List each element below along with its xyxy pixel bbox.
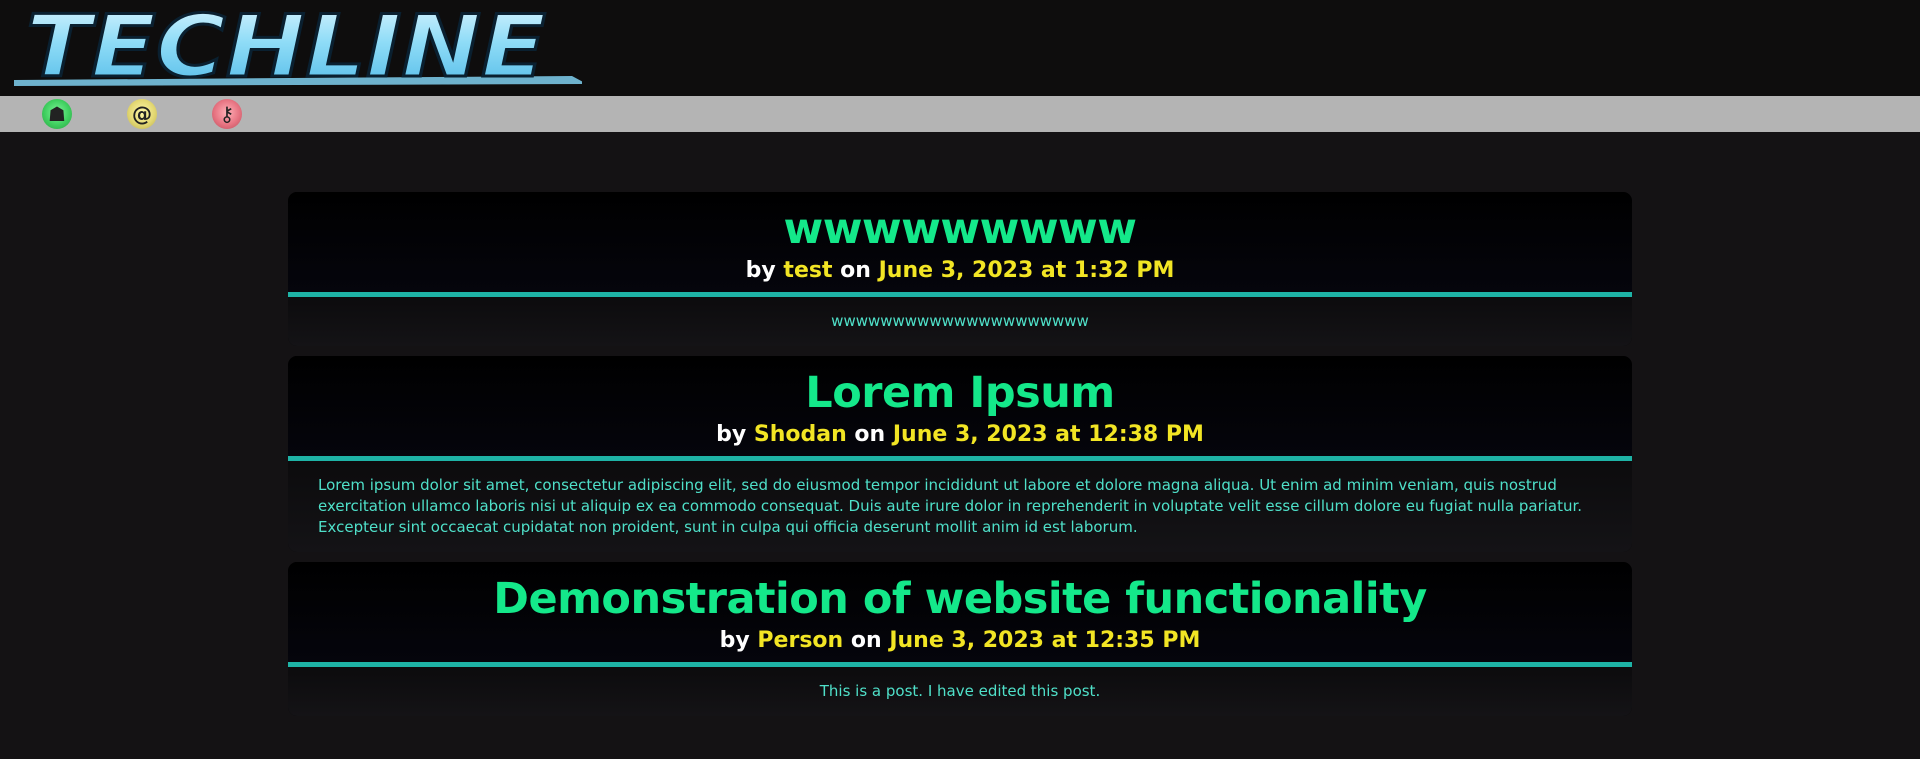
post-body: This is a post. I have edited this post. <box>288 667 1632 716</box>
post-card: wwwwwwwww by test on June 3, 2023 at 1:3… <box>288 192 1632 346</box>
nav-home-button[interactable]: ☗ <box>42 99 72 129</box>
key-icon: ⚷ <box>219 102 235 126</box>
post-author[interactable]: test <box>783 258 832 283</box>
post-list: wwwwwwwww by test on June 3, 2023 at 1:3… <box>288 192 1632 726</box>
post-title[interactable]: Lorem Ipsum <box>288 366 1632 420</box>
post-date: June 3, 2023 at 1:32 PM <box>878 258 1175 283</box>
on-label: on <box>854 422 886 447</box>
by-label: by <box>716 422 747 447</box>
nav-contact-button[interactable]: @ <box>127 99 157 129</box>
post-title[interactable]: Demonstration of website functionality <box>288 572 1632 626</box>
on-label: on <box>840 258 871 283</box>
at-icon: @ <box>132 102 152 126</box>
post-body: Lorem ipsum dolor sit amet, consectetur … <box>288 461 1632 552</box>
post-body: wwwwwwwwwwwwwwwwwwwww <box>288 297 1632 346</box>
post-author[interactable]: Person <box>757 628 843 653</box>
on-label: on <box>850 628 882 653</box>
post-header: Lorem Ipsum by Shodan on June 3, 2023 at… <box>288 356 1632 461</box>
post-date: June 3, 2023 at 12:38 PM <box>892 422 1204 447</box>
post-card: Lorem Ipsum by Shodan on June 3, 2023 at… <box>288 356 1632 552</box>
post-card: Demonstration of website functionality b… <box>288 562 1632 716</box>
post-header: Demonstration of website functionality b… <box>288 562 1632 667</box>
post-meta: by test on June 3, 2023 at 1:32 PM <box>288 256 1632 286</box>
by-label: by <box>745 258 776 283</box>
techline-logo[interactable]: TECHLINE <box>12 0 582 88</box>
home-icon: ☗ <box>48 102 66 126</box>
post-meta: by Person on June 3, 2023 at 12:35 PM <box>288 626 1632 656</box>
nav-login-button[interactable]: ⚷ <box>212 99 242 129</box>
post-date: June 3, 2023 at 12:35 PM <box>889 628 1201 653</box>
post-author[interactable]: Shodan <box>754 422 847 447</box>
site-header: TECHLINE <box>0 0 1920 96</box>
nav-bar: ☗ @ ⚷ <box>0 96 1920 132</box>
post-title[interactable]: wwwwwwwww <box>288 202 1632 256</box>
post-meta: by Shodan on June 3, 2023 at 12:38 PM <box>288 420 1632 450</box>
logo-text: TECHLINE <box>26 0 546 88</box>
by-label: by <box>719 628 750 653</box>
post-header: wwwwwwwww by test on June 3, 2023 at 1:3… <box>288 192 1632 297</box>
